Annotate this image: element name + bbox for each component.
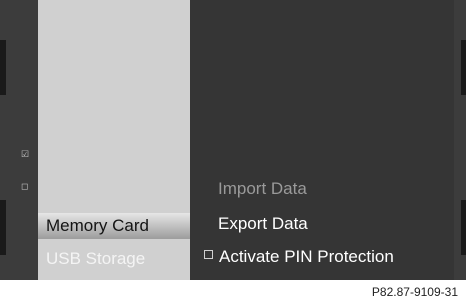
menu-item-label: Export Data — [218, 214, 308, 233]
menu-item-memory-card[interactable]: Memory Card — [38, 213, 190, 239]
checkbox-icon[interactable] — [204, 250, 213, 259]
menu-item-label: Activate PIN Protection — [219, 247, 394, 266]
right-side-strip — [454, 0, 466, 280]
action-menu: Import Data Export Data Activate PIN Pro… — [190, 0, 454, 280]
right-edge-bottom — [461, 200, 466, 255]
source-menu: Memory Card USB Storage — [38, 0, 190, 280]
menu-item-label: USB Storage — [46, 249, 146, 268]
figure-caption: P82.87-9109-31 — [371, 285, 458, 299]
left-side-strip: ☑ ◻ — [0, 0, 38, 280]
checked-box-icon: ☑ — [21, 149, 30, 159]
menu-item-label: Memory Card — [46, 216, 149, 235]
left-edge-top — [0, 40, 6, 95]
menu-item-export-data[interactable]: Export Data — [218, 213, 308, 235]
right-edge-top — [461, 40, 466, 95]
square-icon: ◻ — [21, 181, 29, 191]
menu-item-label: Import Data — [218, 179, 307, 198]
menu-item-import-data[interactable]: Import Data — [218, 178, 307, 200]
menu-item-usb-storage[interactable]: USB Storage — [38, 246, 190, 272]
left-edge-bottom — [0, 200, 6, 255]
display-screen: ☑ ◻ Memory Card USB Storage Import Data … — [0, 0, 466, 280]
menu-item-activate-pin-protection[interactable]: Activate PIN Protection — [204, 246, 394, 268]
